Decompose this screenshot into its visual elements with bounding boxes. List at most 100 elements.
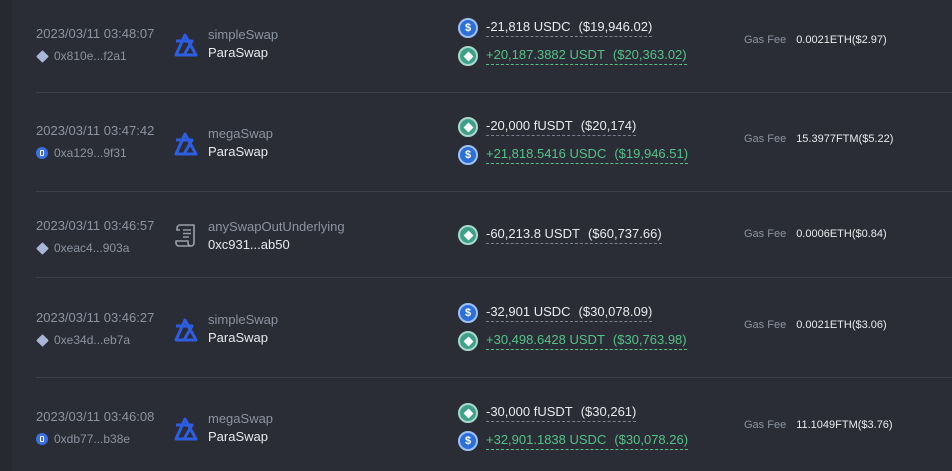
ethereum-chain-icon (35, 241, 49, 255)
token-amount[interactable]: +21,818.5416 USDC ($19,946.51) (486, 146, 689, 164)
gas-fee-label: Gas Fee (744, 133, 787, 145)
timestamp: 2023/03/11 03:48:07 (36, 26, 155, 41)
protocol-name[interactable]: ParaSwap (208, 330, 278, 345)
ethereum-chain-icon (35, 333, 49, 347)
fantom-chain-icon (36, 433, 48, 445)
transaction-row[interactable]: 2023/03/11 03:46:27 0xe34d...eb7a simple… (35, 278, 952, 378)
method-name: simpleSwap (208, 27, 279, 42)
transaction-row[interactable]: 2023/03/11 03:46:57 0xeac4...903a anySwa… (35, 192, 952, 278)
token-usd-value: ($30,078.26) (614, 432, 689, 447)
usdt-icon (458, 331, 478, 351)
usdc-icon: $ (458, 18, 478, 38)
token-usd-value: ($30,763.98) (612, 332, 687, 347)
gas-fee-value: 0.0006ETH($0.84) (796, 228, 887, 240)
method-name: anySwapOutUnderlying (208, 219, 345, 234)
token-usd-value: ($19,946.51) (614, 146, 689, 161)
time-column: 2023/03/11 03:48:07 0x810e...f2a1 (35, 26, 155, 63)
timestamp: 2023/03/11 03:46:08 (36, 409, 155, 424)
token-change: $ +32,901.1838 USDC ($30,078.26) (458, 431, 689, 451)
gas-fee-label: Gas Fee (744, 228, 787, 240)
token-amount[interactable]: +30,498.6428 USDT ($30,763.98) (486, 332, 687, 350)
gas-fee-value: 11.1049FTM($3.76) (796, 419, 893, 431)
left-panel-edge (0, 0, 12, 471)
contract-scroll-icon (175, 224, 195, 247)
protocol-name[interactable]: ParaSwap (208, 144, 273, 159)
method-name: megaSwap (208, 411, 274, 426)
usdc-icon: $ (458, 145, 478, 165)
gas-fee-value: 0.0021ETH($2.97) (796, 34, 887, 46)
token-amount[interactable]: -60,213.8 USDT ($60,737.66) (486, 226, 662, 244)
token-changes: -30,000 fUSDT ($30,261) $ +32,901.1838 US… (458, 403, 689, 451)
tx-address-link[interactable]: 0xdb77...b38e (54, 432, 130, 446)
gas-fee-value: 0.0021ETH($3.06) (796, 319, 887, 331)
token-amount[interactable]: -32,901 USDC ($30,078.09) (486, 304, 653, 322)
gas-fee-value: 15.3977FTM($5.22) (796, 133, 894, 145)
tx-address-link[interactable]: 0xeac4...903a (54, 241, 129, 255)
token-amount[interactable]: +32,901.1838 USDC ($30,078.26) (486, 432, 689, 450)
ethereum-chain-icon (35, 49, 49, 63)
time-column: 2023/03/11 03:46:27 0xe34d...eb7a (35, 310, 155, 347)
usdt-icon (458, 225, 478, 245)
transaction-list: 2023/03/11 03:48:07 0x810e...f2a1 simple… (35, 0, 952, 471)
token-changes: $ -21,818 USDC ($19,946.02) +20,187.3882 … (458, 18, 687, 66)
token-usd-value: ($20,174) (580, 118, 637, 133)
paraswap-icon (174, 33, 198, 57)
usdc-icon: $ (458, 431, 478, 451)
gas-fee-label: Gas Fee (744, 34, 787, 46)
token-changes: $ -32,901 USDC ($30,078.09) +30,498.6428 … (458, 303, 687, 351)
token-usd-value: ($30,261) (580, 404, 637, 419)
transaction-row[interactable]: 2023/03/11 03:48:07 0x810e...f2a1 simple… (35, 0, 952, 93)
gas-column: Gas Fee 11.1049FTM($3.76) (744, 419, 893, 431)
fantom-chain-icon (36, 147, 48, 159)
token-change: $ -21,818 USDC ($19,946.02) (458, 18, 687, 38)
token-changes: -20,000 fUSDT ($20,174) $ +21,818.5416 US… (458, 117, 689, 165)
time-column: 2023/03/11 03:46:08 0xdb77...b38e (36, 409, 154, 446)
gas-column: Gas Fee 0.0006ETH($0.84) (744, 228, 887, 240)
usdt-icon (458, 403, 478, 423)
time-column: 2023/03/11 03:46:57 0xeac4...903a (35, 218, 155, 255)
method-name: simpleSwap (208, 312, 279, 327)
protocol-name[interactable]: ParaSwap (208, 429, 273, 444)
paraswap-icon (174, 132, 198, 156)
usdt-icon (458, 117, 478, 137)
tx-address-link[interactable]: 0xa129...9f31 (54, 146, 127, 160)
token-usd-value: ($20,363.02) (612, 47, 687, 62)
method-column: simpleSwap ParaSwap (172, 27, 278, 60)
token-usd-value: ($19,946.02) (578, 19, 653, 34)
usdt-icon (458, 46, 478, 66)
method-column: megaSwap ParaSwap (172, 126, 273, 159)
token-change: +20,187.3882 USDT ($20,363.02) (458, 46, 687, 66)
token-amount[interactable]: -30,000 fUSDT ($30,261) (486, 404, 637, 422)
token-change: -30,000 fUSDT ($30,261) (458, 403, 688, 423)
token-amount[interactable]: +20,187.3882 USDT ($20,363.02) (486, 47, 687, 65)
paraswap-icon (174, 318, 198, 342)
method-column: simpleSwap ParaSwap (172, 312, 278, 345)
token-change: -20,000 fUSDT ($20,174) (458, 117, 688, 137)
transaction-row[interactable]: 2023/03/11 03:46:08 0xdb77...b38e megaSw… (36, 378, 952, 471)
transaction-row[interactable]: 2023/03/11 03:47:42 0xa129...9f31 megaSw… (36, 93, 952, 192)
tx-address-link[interactable]: 0x810e...f2a1 (54, 49, 127, 63)
tx-address-link[interactable]: 0xe34d...eb7a (54, 333, 130, 347)
token-usd-value: ($60,737.66) (587, 226, 662, 241)
gas-column: Gas Fee 15.3977FTM($5.22) (744, 133, 893, 145)
token-change: +30,498.6428 USDT ($30,763.98) (458, 331, 687, 351)
token-amount[interactable]: -20,000 fUSDT ($20,174) (486, 118, 637, 136)
timestamp: 2023/03/11 03:46:57 (36, 218, 155, 233)
protocol-name[interactable]: ParaSwap (208, 45, 278, 60)
gas-fee-label: Gas Fee (744, 419, 787, 431)
gas-column: Gas Fee 0.0021ETH($3.06) (744, 319, 887, 331)
time-column: 2023/03/11 03:47:42 0xa129...9f31 (36, 123, 154, 160)
timestamp: 2023/03/11 03:46:27 (36, 310, 155, 325)
token-changes: -60,213.8 USDT ($60,737.66) (458, 225, 662, 245)
gas-column: Gas Fee 0.0021ETH($2.97) (744, 34, 887, 46)
token-amount[interactable]: -21,818 USDC ($19,946.02) (486, 19, 653, 37)
method-column: anySwapOutUnderlying 0xc931...ab50 (172, 219, 345, 252)
contract-address-link[interactable]: 0xc931...ab50 (208, 237, 345, 252)
token-change: $ -32,901 USDC ($30,078.09) (458, 303, 687, 323)
token-change: $ +21,818.5416 USDC ($19,946.51) (458, 145, 689, 165)
paraswap-icon (174, 417, 198, 441)
token-usd-value: ($30,078.09) (578, 304, 653, 319)
gas-fee-label: Gas Fee (744, 319, 787, 331)
method-name: megaSwap (208, 126, 274, 141)
token-change: -60,213.8 USDT ($60,737.66) (458, 225, 662, 245)
